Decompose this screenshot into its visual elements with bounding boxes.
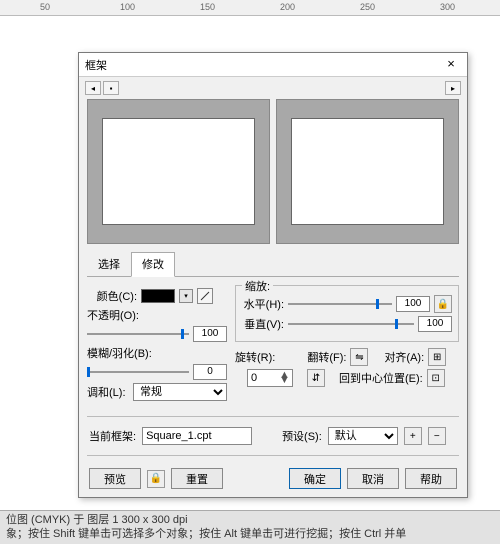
nav-next-icon[interactable]: ▸: [445, 81, 461, 95]
rotate-spinner[interactable]: 0 ▲▼: [247, 369, 293, 387]
opacity-slider[interactable]: [87, 327, 189, 341]
preview-lock-icon[interactable]: 🔒: [147, 470, 165, 488]
close-icon[interactable]: ×: [441, 56, 461, 74]
scale-group-label: 缩放:: [242, 278, 273, 294]
rotate-label: 旋转(R):: [235, 349, 275, 365]
scale-v-slider[interactable]: [288, 317, 414, 331]
tab-select[interactable]: 选择: [87, 252, 131, 276]
scale-h-value[interactable]: 100: [396, 296, 430, 312]
scale-h-label: 水平(H):: [242, 296, 284, 312]
preset-label: 预设(S):: [282, 428, 322, 444]
status-line-1: 位图 (CMYK) 于 图层 1 300 x 300 dpi: [6, 513, 494, 527]
flip-v-icon[interactable]: ⇵: [307, 369, 325, 387]
opacity-label: 不透明(O):: [87, 307, 227, 323]
dialog-title: 框架: [85, 57, 441, 73]
nav-prev-icon[interactable]: ◂: [85, 81, 101, 95]
blend-label: 调和(L):: [87, 384, 129, 400]
align-label: 对齐(A):: [384, 349, 424, 365]
preset-combo[interactable]: 默认: [328, 427, 398, 445]
flip-h-icon[interactable]: ⇋: [350, 348, 368, 366]
preview-original[interactable]: [87, 99, 270, 244]
blend-combo[interactable]: 常规: [133, 383, 227, 401]
blur-label: 模糊/羽化(B):: [87, 345, 227, 361]
blur-slider[interactable]: [87, 365, 189, 379]
flip-label: 翻转(F):: [307, 349, 346, 365]
color-swatch[interactable]: [141, 289, 175, 303]
help-button[interactable]: 帮助: [405, 468, 457, 489]
scale-h-slider[interactable]: [288, 297, 392, 311]
tab-modify[interactable]: 修改: [131, 252, 175, 277]
scale-v-label: 垂直(V):: [242, 316, 284, 332]
blur-value[interactable]: 0: [193, 364, 227, 380]
recenter-label: 回到中心位置(E):: [339, 370, 423, 386]
cancel-button[interactable]: 取消: [347, 468, 399, 489]
align-icon[interactable]: ⊞: [428, 348, 446, 366]
frame-dialog: 框架 × ◂ ▪ ▸ 选择 修改 颜色(C): ▾ 不透明(O):: [78, 52, 468, 498]
opacity-value[interactable]: 100: [193, 326, 227, 342]
current-frame-input[interactable]: [142, 427, 252, 445]
status-line-2: 象；按住 Shift 键单击可选择多个对象；按住 Alt 键单击可进行挖掘；按住…: [6, 527, 494, 541]
scale-v-value[interactable]: 100: [418, 316, 452, 332]
preset-remove-button[interactable]: −: [428, 427, 446, 445]
eyedropper-icon[interactable]: [197, 288, 213, 304]
color-dropdown-icon[interactable]: ▾: [179, 289, 193, 303]
lock-aspect-icon[interactable]: 🔒: [434, 295, 452, 313]
recenter-icon[interactable]: ⊡: [427, 369, 445, 387]
reset-button[interactable]: 重置: [171, 468, 223, 489]
current-frame-label: 当前框架:: [89, 428, 136, 444]
preset-add-button[interactable]: +: [404, 427, 422, 445]
nav-list-icon[interactable]: ▪: [103, 81, 119, 95]
preview-result[interactable]: [276, 99, 459, 244]
color-label: 颜色(C):: [87, 288, 137, 304]
ok-button[interactable]: 确定: [289, 468, 341, 489]
preview-button[interactable]: 预览: [89, 468, 141, 489]
ruler-horizontal: 50 100 150 200 250 300: [0, 0, 500, 16]
status-bar: 位图 (CMYK) 于 图层 1 300 x 300 dpi 象；按住 Shif…: [0, 510, 500, 544]
dialog-titlebar[interactable]: 框架 ×: [79, 53, 467, 77]
